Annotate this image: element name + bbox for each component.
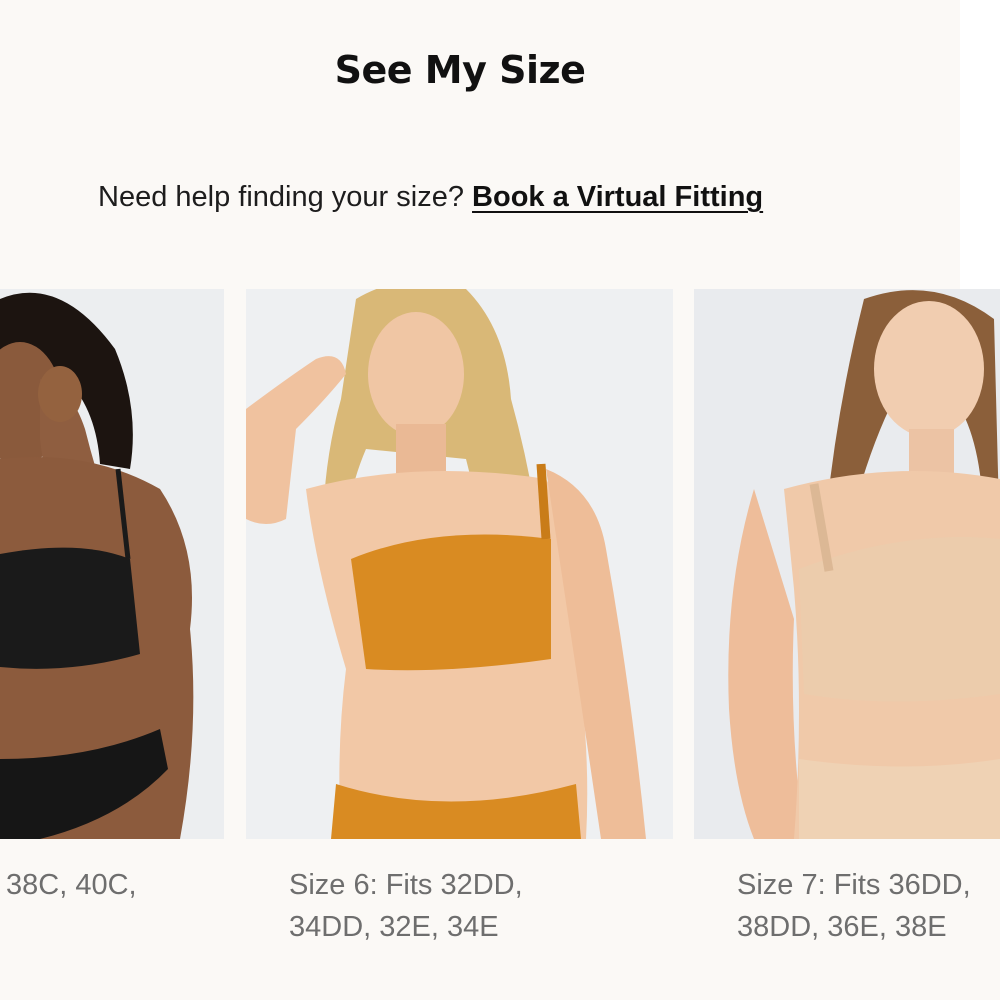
help-text: Need help finding your size? [98, 181, 464, 213]
model-orange-illustration [246, 289, 673, 839]
size-caption-line: 34DD, 32E, 34E [289, 911, 499, 943]
size-caption-line: 38DD, 36E, 38E [737, 911, 947, 943]
model-nude-illustration [694, 289, 1000, 839]
size-caption-line: Size 6: Fits 32DD, [289, 869, 523, 901]
product-image-2[interactable] [246, 289, 673, 839]
model-black-illustration [0, 289, 224, 839]
edge-strip [960, 0, 1000, 290]
help-row: Need help finding your size? Book a Virt… [98, 181, 763, 214]
size-caption-1: 38C, 40C, [6, 864, 137, 906]
size-guide-page: See My Size Need help finding your size?… [0, 0, 1000, 1000]
product-image-1[interactable] [0, 289, 224, 839]
size-caption-3: Size 7: Fits 36DD, 38DD, 36E, 38E [737, 864, 971, 948]
size-caption-2: Size 6: Fits 32DD, 34DD, 32E, 34E [289, 864, 523, 948]
size-caption-line: Size 7: Fits 36DD, [737, 869, 971, 901]
page-title: See My Size [334, 48, 586, 92]
size-caption-line: 38C, 40C, [6, 869, 137, 901]
book-virtual-fitting-link[interactable]: Book a Virtual Fitting [472, 181, 763, 213]
product-image-3[interactable] [694, 289, 1000, 839]
